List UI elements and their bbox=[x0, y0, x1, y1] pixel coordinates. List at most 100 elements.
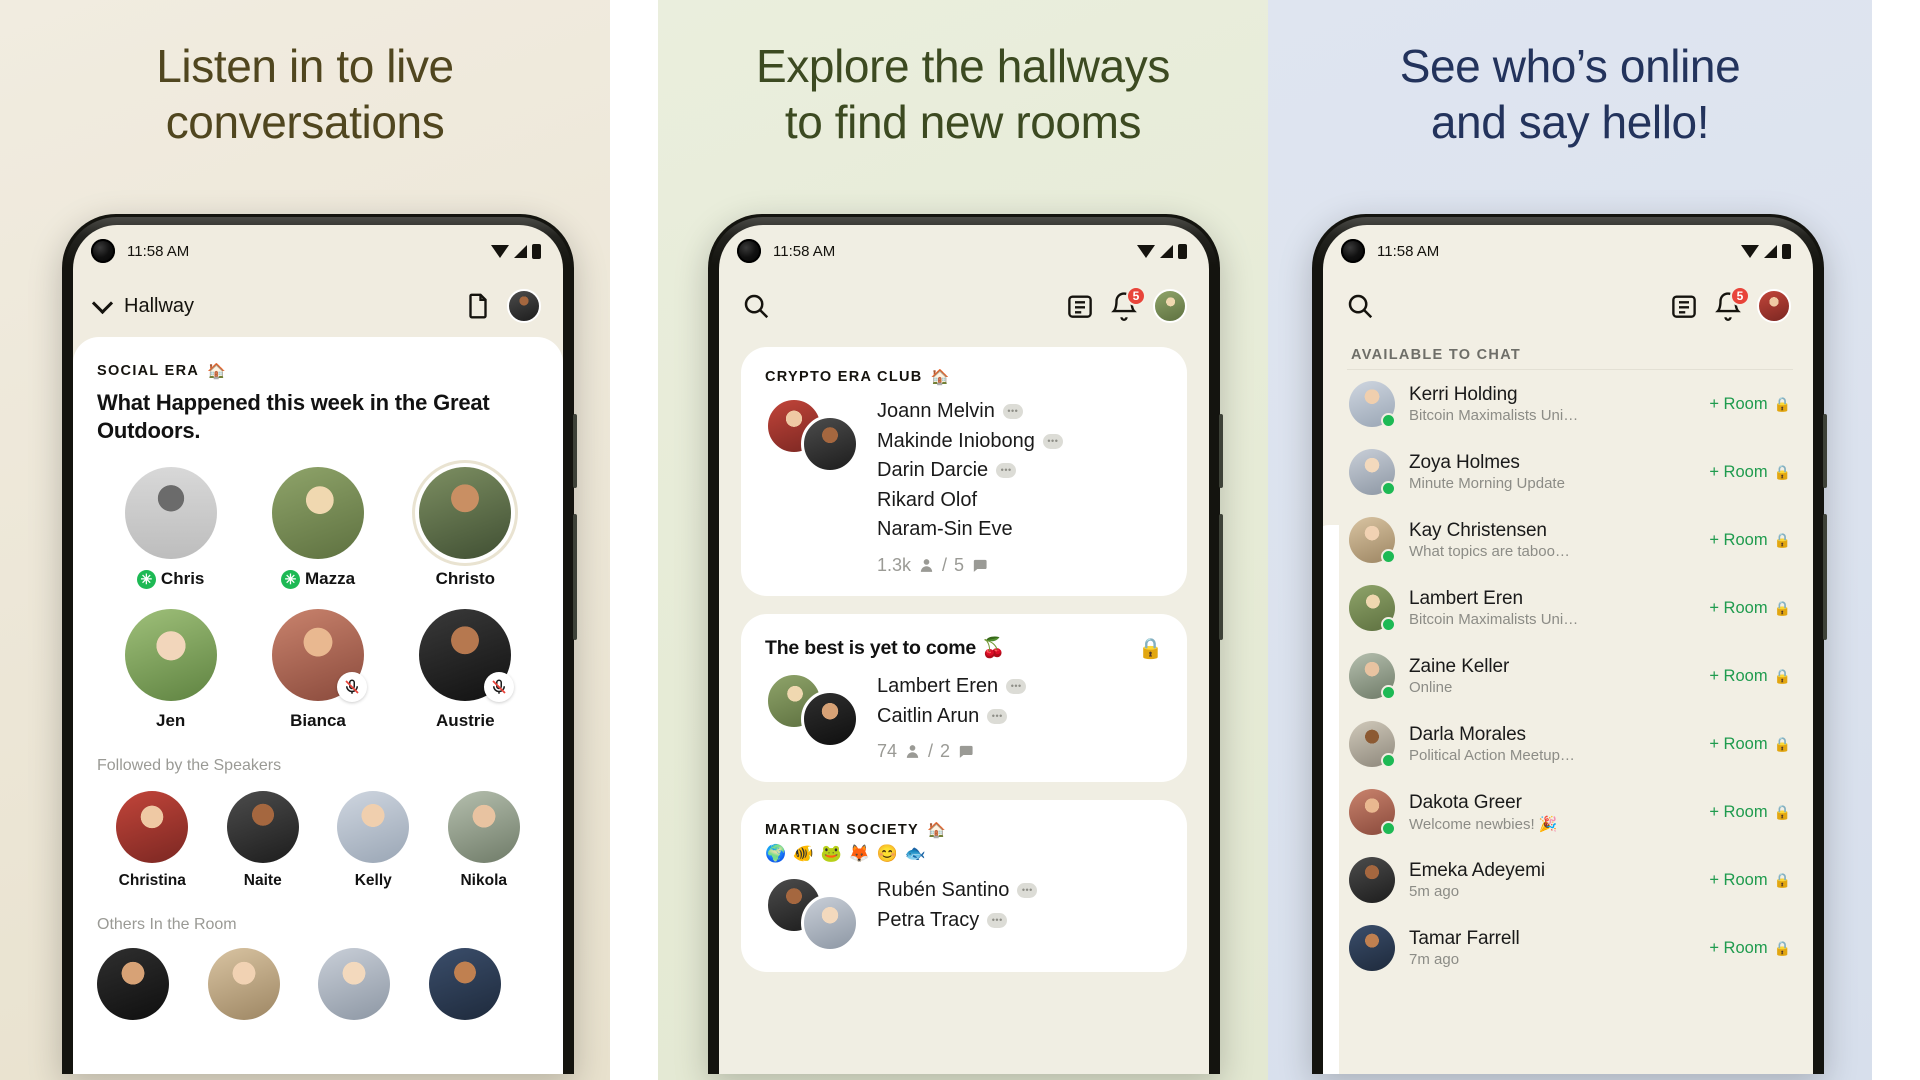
person-status: 5m ago bbox=[1409, 883, 1460, 900]
section-title: AVAILABLE TO CHAT bbox=[1351, 347, 1522, 363]
phone-volume-button bbox=[1823, 414, 1827, 488]
member-row: Lambert Eren bbox=[877, 672, 1163, 702]
notifications-button[interactable]: 5 bbox=[1109, 286, 1146, 321]
battery-icon bbox=[1782, 243, 1791, 259]
speaker-item[interactable]: Christo bbox=[392, 467, 539, 589]
chat-list-item[interactable]: Darla Morales Political Action Meetup… +… bbox=[1347, 710, 1793, 778]
add-room-button[interactable]: + Room 🔒 bbox=[1709, 803, 1791, 822]
calendar-icon[interactable] bbox=[1065, 291, 1095, 321]
chat-list-item[interactable]: Zoya Holmes Minute Morning Update + Room… bbox=[1347, 438, 1793, 506]
signal-icon bbox=[514, 244, 527, 258]
status-time: 11:58 AM bbox=[1377, 242, 1440, 260]
room-card[interactable]: MARTIAN SOCIETY 🏠 🌍 🐠 🐸 🦊 😊 🐟 Rubén Sant… bbox=[741, 800, 1187, 973]
chevron-down-icon[interactable] bbox=[91, 292, 114, 314]
chat-list-item[interactable]: Dakota Greer Welcome newbies! 🎉 + Room 🔒 bbox=[1347, 778, 1793, 846]
person-name: Zoya Holmes bbox=[1409, 452, 1520, 473]
person-info: Dakota Greer Welcome newbies! 🎉 bbox=[1409, 792, 1695, 833]
person-name: Emeka Adeyemi bbox=[1409, 860, 1545, 881]
other-item[interactable] bbox=[97, 948, 208, 1021]
phone-power-button bbox=[1823, 514, 1827, 640]
other-item[interactable] bbox=[428, 948, 540, 1021]
chat-list-item[interactable]: Tamar Farrell 7m ago + Room 🔒 bbox=[1347, 914, 1793, 982]
speaking-icon bbox=[996, 463, 1017, 479]
other-item[interactable] bbox=[207, 948, 319, 1021]
person-name: Tamar Farrell bbox=[1409, 928, 1520, 949]
room-card[interactable]: 🔒 The best is yet to come 🍒 Lambert Eren bbox=[741, 613, 1187, 783]
house-icon: 🏠 bbox=[930, 368, 951, 386]
card-emojis: 🌍 🐠 🐸 🦊 😊 🐟 bbox=[765, 844, 927, 864]
panel-divider bbox=[610, 0, 658, 1080]
member-row: Petra Tracy bbox=[877, 906, 1163, 936]
add-room-button[interactable]: + Room 🔒 bbox=[1709, 463, 1791, 482]
add-room-button[interactable]: + Room 🔒 bbox=[1709, 735, 1791, 754]
other-item[interactable] bbox=[318, 948, 429, 1021]
lock-icon: 🔒 bbox=[1773, 463, 1791, 480]
speaker-name-row: Bianca bbox=[290, 711, 346, 731]
camera-punchhole-icon bbox=[737, 239, 761, 263]
battery-icon bbox=[532, 243, 541, 259]
person-info: Zoya Holmes Minute Morning Update bbox=[1409, 452, 1695, 492]
other-photo bbox=[207, 948, 280, 1021]
add-room-button[interactable]: + Room 🔒 bbox=[1709, 939, 1791, 958]
person-name: Lambert Eren bbox=[1409, 588, 1523, 609]
add-room-button[interactable]: + Room 🔒 bbox=[1709, 395, 1791, 414]
person-status: Bitcoin Maximalists Uni… bbox=[1409, 611, 1579, 628]
notification-badge: 5 bbox=[1126, 286, 1146, 306]
notification-badge: 5 bbox=[1730, 286, 1750, 306]
notifications-button[interactable]: 5 bbox=[1713, 286, 1750, 321]
chat-list-item[interactable]: Zaine Keller Online + Room 🔒 bbox=[1347, 642, 1793, 710]
add-room-button[interactable]: + Room 🔒 bbox=[1709, 871, 1791, 890]
search-icon[interactable] bbox=[1345, 291, 1375, 321]
search-icon[interactable] bbox=[741, 291, 771, 321]
headline-2: Explore the hallways to find new rooms bbox=[756, 40, 1170, 149]
avatar bbox=[1349, 381, 1396, 428]
add-room-button[interactable]: + Room 🔒 bbox=[1709, 599, 1791, 618]
avatar[interactable] bbox=[1757, 289, 1791, 323]
muted-icon bbox=[336, 672, 367, 703]
calendar-icon[interactable] bbox=[1669, 291, 1699, 321]
member-photo bbox=[801, 415, 859, 473]
person-icon bbox=[920, 559, 933, 572]
add-room-label: + Room bbox=[1709, 734, 1768, 753]
speaker-item[interactable]: ✳ Mazza bbox=[244, 467, 391, 589]
speaker-name: Austrie bbox=[436, 711, 495, 731]
person-info: Kerri Holding Bitcoin Maximalists Uni… bbox=[1409, 384, 1695, 424]
chat-list-item[interactable]: Lambert Eren Bitcoin Maximalists Uni… + … bbox=[1347, 574, 1793, 642]
document-icon[interactable] bbox=[463, 291, 493, 321]
chat-bubble-icon bbox=[959, 745, 973, 759]
follower-item[interactable]: Kelly bbox=[318, 791, 429, 890]
moderator-icon: ✳ bbox=[280, 569, 300, 589]
speaker-item[interactable]: ✳ Chris bbox=[97, 467, 244, 589]
add-room-button[interactable]: + Room 🔒 bbox=[1709, 531, 1791, 550]
speaker-item[interactable]: Jen bbox=[97, 609, 244, 731]
room-card[interactable]: CRYPTO ERA CLUB 🏠 Joann Melvin ••• Makin… bbox=[741, 347, 1187, 596]
speaker-item[interactable]: Austrie bbox=[392, 609, 539, 731]
follower-item[interactable]: Nikola bbox=[429, 791, 540, 890]
chat-list-item[interactable]: Kerri Holding Bitcoin Maximalists Uni… +… bbox=[1347, 370, 1793, 438]
follower-name: Christina bbox=[118, 872, 186, 890]
chat-list-item[interactable]: Emeka Adeyemi 5m ago + Room 🔒 bbox=[1347, 846, 1793, 914]
panel-online: See who’s online and say hello! 11:58 AM bbox=[1268, 0, 1872, 1080]
member-name: Rikard Olof bbox=[877, 488, 978, 511]
avatar[interactable] bbox=[507, 289, 541, 323]
phone-screen-3: 11:58 AM 5 AVAILABLE TO CHAT Kerri Holdi… bbox=[1323, 225, 1813, 1074]
speaker-item[interactable]: Bianca bbox=[244, 609, 391, 731]
hallway-feed: CRYPTO ERA CLUB 🏠 Joann Melvin ••• Makin… bbox=[719, 337, 1209, 1074]
available-to-chat-list: AVAILABLE TO CHAT Kerri Holding Bitcoin … bbox=[1323, 337, 1813, 1074]
follower-item[interactable]: Naite bbox=[208, 791, 319, 890]
other-photo bbox=[318, 948, 390, 1021]
speaker-avatar bbox=[271, 467, 364, 560]
phone-mockup-1: 11:58 AM Hallway SOCIAL ERA 🏠 What Happe… bbox=[62, 214, 577, 1074]
follower-item[interactable]: Christina bbox=[97, 791, 208, 890]
house-icon: 🏠 bbox=[927, 821, 948, 839]
avatar[interactable] bbox=[1153, 289, 1187, 323]
club-name: MARTIAN SOCIETY bbox=[765, 822, 920, 839]
stats-separator: / bbox=[942, 554, 948, 575]
chat-list-item[interactable]: Kay Christensen What topics are taboo… +… bbox=[1347, 506, 1793, 574]
add-room-label: + Room bbox=[1709, 394, 1768, 413]
add-room-button[interactable]: + Room 🔒 bbox=[1709, 667, 1791, 686]
follower-photo bbox=[337, 791, 410, 864]
phone-power-button bbox=[1219, 514, 1223, 640]
club-name: SOCIAL ERA bbox=[97, 363, 200, 379]
speaker-photo bbox=[124, 609, 217, 702]
